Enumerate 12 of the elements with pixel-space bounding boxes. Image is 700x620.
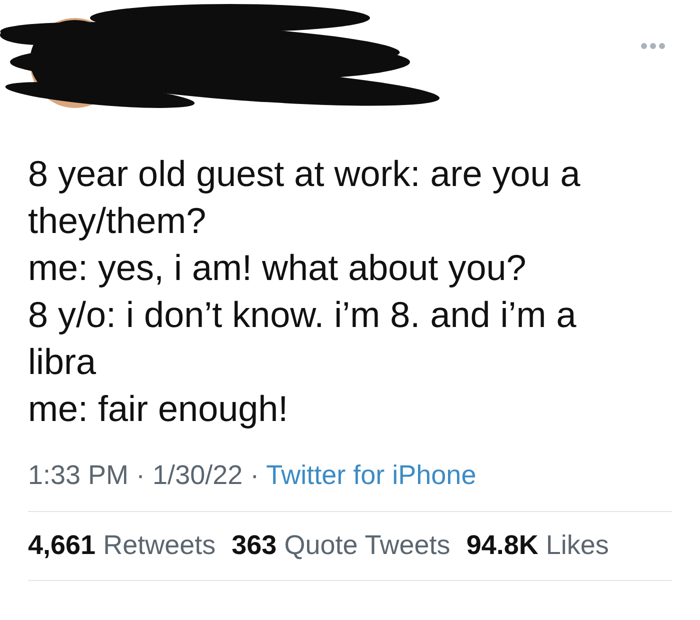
tweet-text-line: 8 year old guest at work: are you a — [28, 152, 580, 196]
tweet-text-line: they/them? — [28, 199, 206, 243]
timestamp: 1:33 PM · 1/30/22 · — [28, 460, 260, 491]
engagement-stat[interactable]: 4,661 Retweets — [28, 530, 216, 566]
tweet-text-line: me: yes, i am! what about you? — [28, 246, 526, 290]
more-icon[interactable] — [640, 42, 666, 50]
tweet-text-line: 8 y/o: i don’t know. i’m 8. and i’m a — [28, 293, 576, 337]
tweet-text-line: me: fair enough! — [28, 387, 288, 431]
engagement-stat[interactable]: 363 Quote Tweets — [232, 530, 450, 566]
engagement-stat[interactable]: 94.8K Likes — [466, 530, 609, 566]
source-link[interactable]: Twitter for iPhone — [266, 460, 476, 491]
tweet-text-line: libra — [28, 340, 96, 384]
